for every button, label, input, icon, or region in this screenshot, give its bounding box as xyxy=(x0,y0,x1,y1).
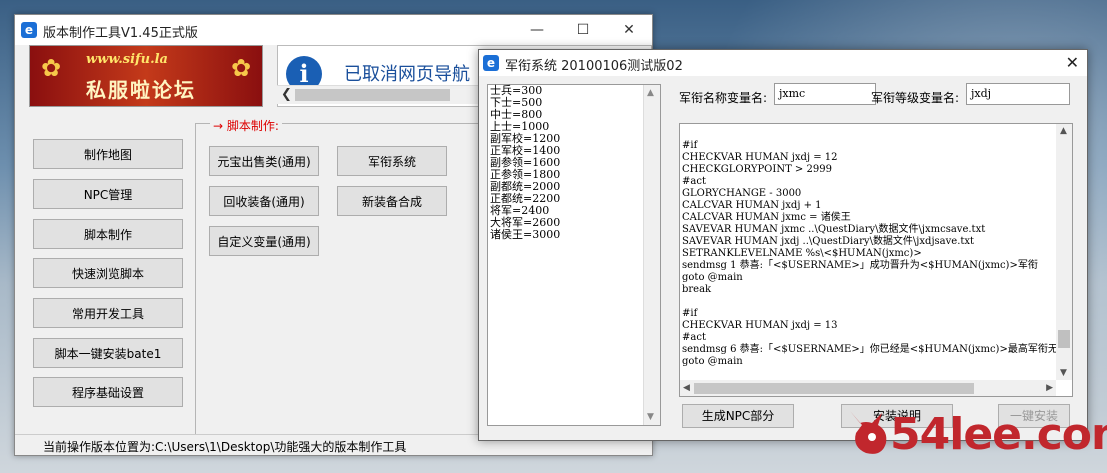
rank-list[interactable]: 士兵=300 下士=500 中士=800 上士=1000 副军校=1200 正军校=140… xyxy=(487,84,661,426)
banner-url: www.sifu.la xyxy=(86,52,168,67)
script-group-label: → 脚本制作: xyxy=(210,117,282,134)
level-var-label: 军衔等级变量名: xyxy=(871,91,960,105)
code-line: CALCVAR HUMAN jxmc = 诸侯王 xyxy=(682,212,851,223)
make-map-button[interactable]: 制作地图 xyxy=(33,139,183,169)
code-scroll-left-icon[interactable]: ◀ xyxy=(683,383,690,393)
code-hscrollbar[interactable]: ◀ ▶ xyxy=(680,380,1056,396)
code-hscroll-thumb[interactable] xyxy=(694,383,974,394)
code-scroll-down-icon[interactable]: ▼ xyxy=(1060,368,1067,378)
rank-system-button[interactable]: 军衔系统 xyxy=(337,146,447,176)
site-watermark: 54lee.com xyxy=(842,403,1107,467)
code-line: goto @main xyxy=(682,356,743,367)
script-make-button[interactable]: 脚本制作 xyxy=(33,219,183,249)
one-click-install-button[interactable]: 脚本一键安装bate1 xyxy=(33,338,183,368)
custom-var-button[interactable]: 自定义变量(通用) xyxy=(209,226,319,256)
code-vscroll-thumb[interactable] xyxy=(1058,330,1070,348)
generate-npc-button[interactable]: 生成NPC部分 xyxy=(682,404,794,428)
code-line: break xyxy=(682,284,712,295)
code-line: SAVEVAR HUMAN jxdj ..\QuestDiary\数据文件\jx… xyxy=(682,236,975,247)
rank-close-button[interactable]: ✕ xyxy=(1066,53,1079,72)
left-menu: 制作地图 NPC管理 脚本制作 快速浏览脚本 常用开发工具 脚本一键安装bate… xyxy=(23,113,193,433)
code-line: GLORYCHANGE - 3000 xyxy=(682,188,802,199)
recycle-equip-button[interactable]: 回收装备(通用) xyxy=(209,186,319,216)
crab-logo-icon xyxy=(850,411,887,454)
rank-list-scrollbar[interactable]: ▲ ▼ xyxy=(643,85,660,425)
rank-window: e 军衔系统 20100106测试版02 ✕ 士兵=300 下士=500 中士=80… xyxy=(478,49,1088,441)
code-line: #act xyxy=(682,176,706,187)
status-text: 当前操作版本位置为:C:\Users\1\Desktop\功能强大的版本制作工具 xyxy=(43,440,407,454)
browser-message: 已取消网页导航 xyxy=(344,64,470,85)
code-scroll-up-icon[interactable]: ▲ xyxy=(1060,126,1067,136)
code-vscrollbar[interactable]: ▲ ▼ xyxy=(1056,124,1072,380)
code-line: #if xyxy=(682,308,698,319)
code-line: goto @main xyxy=(682,272,743,283)
script-code[interactable]: #if CHECKVAR HUMAN jxdj = 12 CHECKGLORYPOI… xyxy=(682,140,1058,368)
yuanbao-sell-button[interactable]: 元宝出售类(通用) xyxy=(209,146,319,176)
app-icon: e xyxy=(21,22,37,38)
rank-app-icon: e xyxy=(483,55,499,71)
maximize-button[interactable]: ☐ xyxy=(560,15,606,45)
scroll-up-icon[interactable]: ▲ xyxy=(647,87,654,99)
code-line: CHECKGLORYPOINT > 2999 xyxy=(682,164,832,175)
lantern-right-icon: ✿ xyxy=(230,54,252,82)
name-var-input[interactable]: jxmc xyxy=(774,83,876,105)
code-line: SETRANKLEVELNAME %s\<$HUMAN(jxmc)> xyxy=(682,248,922,259)
close-button[interactable]: ✕ xyxy=(606,15,652,45)
code-line: sendmsg 6 恭喜:「<$USERNAME>」你已经是<$HUMAN(jx… xyxy=(682,344,1058,355)
code-line: CALCVAR HUMAN jxdj + 1 xyxy=(682,200,822,211)
rank-titlebar[interactable]: e 军衔系统 20100106测试版02 ✕ xyxy=(479,50,1087,76)
browser-scroll-thumb[interactable] xyxy=(295,89,450,101)
script-code-area[interactable]: #if CHECKVAR HUMAN jxdj = 12 CHECKGLORYPOI… xyxy=(679,123,1073,397)
code-line: CHECKVAR HUMAN jxdj = 13 xyxy=(682,320,838,331)
quick-browse-button[interactable]: 快速浏览脚本 xyxy=(33,258,183,288)
name-var-label: 军衔名称变量名: xyxy=(679,91,768,105)
code-line: CHECKVAR HUMAN jxdj = 12 xyxy=(682,152,838,163)
npc-manage-button[interactable]: NPC管理 xyxy=(33,179,183,209)
rank-window-title: 军衔系统 20100106测试版02 xyxy=(505,59,683,74)
lantern-left-icon: ✿ xyxy=(40,54,62,82)
watermark-text: 54lee.com xyxy=(890,409,1107,460)
main-window-title: 版本制作工具V1.45正式版 xyxy=(43,26,198,41)
code-line: #if xyxy=(682,140,698,151)
basic-settings-button[interactable]: 程序基础设置 xyxy=(33,377,183,407)
forum-banner[interactable]: ✿ ✿ www.sifu.la 私服啦论坛 xyxy=(29,45,263,107)
banner-name: 私服啦论坛 xyxy=(86,78,196,102)
level-var-input[interactable]: jxdj xyxy=(966,83,1070,105)
dev-tools-button[interactable]: 常用开发工具 xyxy=(33,298,183,328)
scroll-down-icon[interactable]: ▼ xyxy=(647,411,654,423)
code-scroll-right-icon[interactable]: ▶ xyxy=(1046,383,1053,393)
scroll-left-icon[interactable]: ❮ xyxy=(281,87,292,102)
main-titlebar[interactable]: e 版本制作工具V1.45正式版 — ☐ ✕ xyxy=(15,15,652,45)
rank-list-item[interactable]: 诸侯王=3000 xyxy=(488,229,660,241)
new-equip-button[interactable]: 新装备合成 xyxy=(337,186,447,216)
code-line: #act xyxy=(682,332,706,343)
code-line: SAVEVAR HUMAN jxmc ..\QuestDiary\数据文件\jx… xyxy=(682,224,986,235)
minimize-button[interactable]: — xyxy=(514,15,560,45)
code-line: sendmsg 1 恭喜:「<$USERNAME>」成功晋升为<$HUMAN(j… xyxy=(682,260,1038,271)
